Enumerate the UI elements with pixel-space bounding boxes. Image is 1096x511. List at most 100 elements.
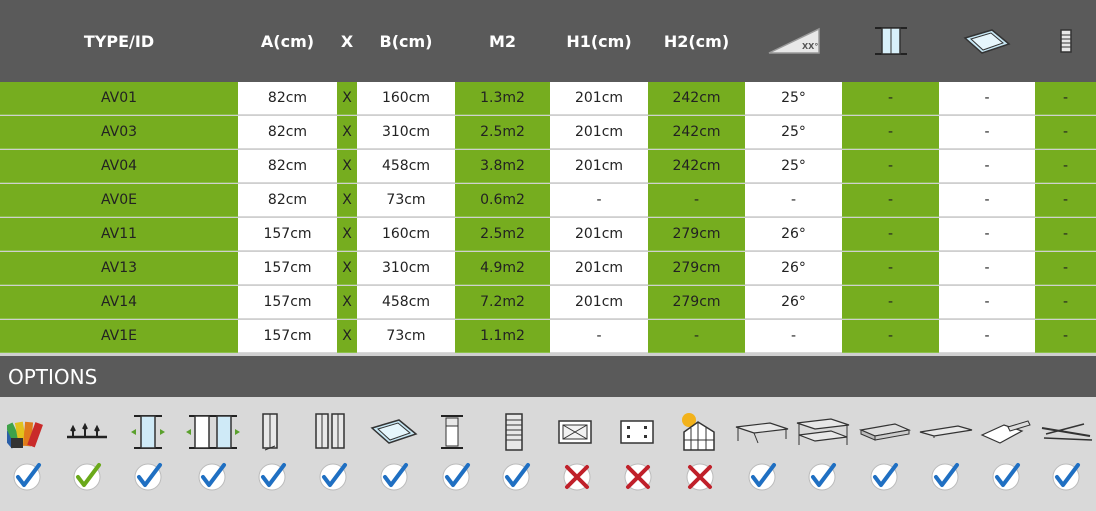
table-row: AV1E 157cm X 73cm 1.1m2 - - - - - - xyxy=(0,320,1096,353)
available-check-icon xyxy=(992,463,1020,491)
cell-h1: 201cm xyxy=(550,286,648,319)
cell-id: AV04 xyxy=(0,150,238,183)
cell-a: 157cm xyxy=(238,320,337,353)
cell-id: AV1E xyxy=(0,320,238,353)
cell-h2: - xyxy=(648,320,745,353)
not-available-cross-icon xyxy=(563,463,591,491)
available-check-icon xyxy=(748,463,776,491)
cell-h2: - xyxy=(648,184,745,217)
cell-h1: 201cm xyxy=(550,82,648,115)
roof-angle-text: XX° xyxy=(802,42,818,51)
gutter-bracket-icon xyxy=(978,410,1034,454)
cell-h2: 279cm xyxy=(648,252,745,285)
table-header: TYPE/ID A(cm) X B(cm) M2 H1(cm) H2(cm) X… xyxy=(0,0,1096,82)
cell-b: 160cm xyxy=(357,82,455,115)
cell-roof-window: - xyxy=(939,218,1035,251)
cell-h1: 201cm xyxy=(550,218,648,251)
side-louvre-icon xyxy=(492,410,536,454)
cell-angle: 26° xyxy=(745,286,842,319)
available-check-icon xyxy=(870,463,898,491)
cell-m2: 1.1m2 xyxy=(455,320,550,353)
cell-h1: 201cm xyxy=(550,150,648,183)
cell-b: 73cm xyxy=(357,184,455,217)
flat-shelf-icon xyxy=(918,410,974,454)
cell-id: AV01 xyxy=(0,82,238,115)
cell-x: X xyxy=(337,116,357,149)
cell-door: - xyxy=(842,286,939,319)
cell-h1: - xyxy=(550,184,648,217)
cell-a: 157cm xyxy=(238,218,337,251)
single-door-icon xyxy=(126,410,170,454)
cell-b: 310cm xyxy=(357,116,455,149)
double-hinged-door-icon xyxy=(308,410,352,454)
col-h1: H1(cm) xyxy=(566,31,632,51)
available-check-icon xyxy=(808,463,836,491)
cell-h2: 242cm xyxy=(648,82,745,115)
roof-crest-icon xyxy=(65,410,109,454)
cell-roof-window: - xyxy=(939,150,1035,183)
cell-angle: 25° xyxy=(745,150,842,183)
cell-id: AV0E xyxy=(0,184,238,217)
cell-h2: 279cm xyxy=(648,218,745,251)
cell-b: 458cm xyxy=(357,150,455,183)
cell-x: X xyxy=(337,286,357,319)
cell-angle: 26° xyxy=(745,218,842,251)
cell-m2: 4.9m2 xyxy=(455,252,550,285)
cell-angle: 25° xyxy=(745,82,842,115)
cell-roof-window: - xyxy=(939,116,1035,149)
hinged-door-icon xyxy=(248,410,292,454)
cell-h2: 242cm xyxy=(648,116,745,149)
cell-id: AV13 xyxy=(0,252,238,285)
louvre-window-icon xyxy=(1035,0,1096,82)
door-panel-icon xyxy=(842,0,939,82)
cell-roof-window: - xyxy=(939,320,1035,353)
options-bar: OPTIONS xyxy=(0,356,1096,397)
cell-m2: 2.5m2 xyxy=(455,116,550,149)
available-check-icon xyxy=(1052,463,1080,491)
cell-louvre: - xyxy=(1035,252,1096,285)
table-row: AV04 82cm X 458cm 3.8m2 201cm 242cm 25° … xyxy=(0,150,1096,183)
foundation-anchor-icon xyxy=(615,410,659,454)
cell-b: 458cm xyxy=(357,286,455,319)
cell-b: 310cm xyxy=(357,252,455,285)
base-frame-icon xyxy=(553,410,597,454)
table-row: AV13 157cm X 310cm 4.9m2 201cm 279cm 26°… xyxy=(0,252,1096,285)
roof-window-icon xyxy=(939,0,1035,82)
col-type-id: TYPE/ID xyxy=(83,31,155,51)
cell-louvre: - xyxy=(1035,82,1096,115)
cell-b: 73cm xyxy=(357,320,455,353)
sun-greenhouse-icon xyxy=(676,410,720,454)
cell-louvre: - xyxy=(1035,320,1096,353)
cell-id: AV03 xyxy=(0,116,238,149)
cell-x: X xyxy=(337,252,357,285)
available-check-icon xyxy=(258,463,286,491)
louvre-vent-icon xyxy=(430,410,474,454)
table-row: AV11 157cm X 160cm 2.5m2 201cm 279cm 26°… xyxy=(0,218,1096,251)
available-check-icon xyxy=(319,463,347,491)
col-a: A(cm) xyxy=(260,31,315,51)
cell-door: - xyxy=(842,184,939,217)
cell-h2: 242cm xyxy=(648,150,745,183)
cell-roof-window: - xyxy=(939,184,1035,217)
cell-louvre: - xyxy=(1035,218,1096,251)
cell-m2: 1.3m2 xyxy=(455,82,550,115)
cell-a: 82cm xyxy=(238,82,337,115)
cell-louvre: - xyxy=(1035,116,1096,149)
double-door-icon xyxy=(183,410,243,454)
grow-tray-icon xyxy=(857,410,913,454)
cell-h1: 201cm xyxy=(550,252,648,285)
cell-roof-window: - xyxy=(939,82,1035,115)
cell-x: X xyxy=(337,82,357,115)
table-row: AV0E 82cm X 73cm 0.6m2 - - - - - - xyxy=(0,184,1096,217)
available-check-icon xyxy=(198,463,226,491)
available-check-icon xyxy=(442,463,470,491)
cell-h2: 279cm xyxy=(648,286,745,319)
available-check-icon xyxy=(134,463,162,491)
col-b: B(cm) xyxy=(379,31,433,51)
cell-x: X xyxy=(337,150,357,183)
table-row: AV03 82cm X 310cm 2.5m2 201cm 242cm 25° … xyxy=(0,116,1096,149)
cell-m2: 3.8m2 xyxy=(455,150,550,183)
cell-angle: - xyxy=(745,320,842,353)
colour-swatch-icon xyxy=(5,410,49,454)
available-check-icon xyxy=(380,463,408,491)
